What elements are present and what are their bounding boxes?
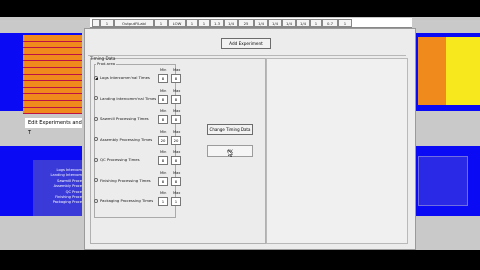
phase-option-label[interactable]: Packaging Processing Times [100,198,153,203]
phase-option-label[interactable]: Assembly Processing Times [100,137,152,142]
phase-radio[interactable] [94,157,98,162]
video-letterbox-top [0,0,480,17]
spreadsheet-data-grid [23,35,82,115]
header-cell: 1 [310,19,322,27]
max-time-field[interactable]: 8 [171,74,181,83]
max-header: Max [173,170,181,175]
spreadsheet-right-grid [418,37,446,105]
header-cell: 1 [198,19,210,27]
header-cell: 1 [154,19,168,27]
mouse-cursor-icon [228,150,234,157]
min-header: Min [160,68,167,72]
max-header: Max [173,191,181,195]
min-time-field[interactable]: 20 [158,135,168,145]
header-cell: 1.3 [210,19,224,27]
add-experiment-button[interactable]: Add Experiment [221,38,271,49]
header-cell: 1 [338,19,352,27]
phase-option-label[interactable]: Finishing Processing Times [100,178,151,183]
max-header: Max [173,68,181,72]
header-cell: 1 [186,19,198,27]
phase-option-label[interactable]: Logs Intercomm'nal Times [100,75,150,80]
header-cell: 1 [100,19,114,27]
min-time-field[interactable]: 8 [158,115,168,124]
min-time-field[interactable]: 1 [158,197,168,206]
spreadsheet-yellow-column [446,37,480,105]
edit-experiments-label[interactable]: Edit Experiments and T [25,118,82,136]
min-header: Min [160,109,167,113]
change-timing-data-button[interactable]: Change Timing Data [207,124,253,135]
header-cell: 1/4 [224,19,238,27]
max-time-field[interactable]: 8 [171,156,181,165]
timing-row-labels: Logs Intercom Landing Intercom Sawmill Pro… [34,168,83,206]
max-time-field[interactable]: 1 [171,197,181,206]
phase-radio[interactable] [94,75,98,80]
spreadsheet-right-lower-inner [418,156,468,206]
min-header: Min [160,170,167,175]
timing-row-label: Packaging Proce [52,200,82,205]
header-cell: 1/4 [268,19,282,27]
blank-area [266,58,408,244]
max-time-field[interactable]: 8 [171,94,181,104]
max-header: Max [173,109,181,113]
max-time-field[interactable]: 8 [171,115,181,124]
max-header: Max [173,129,181,134]
phase-option-label[interactable]: QC Processing Times [100,157,140,162]
phase-radio[interactable] [94,96,98,100]
header-cell: 25 [238,19,254,27]
min-time-field[interactable]: 8 [158,156,168,165]
header-cell: 1/4 [254,19,268,27]
max-header: Max [173,88,181,93]
max-time-field[interactable]: 20 [171,135,181,145]
min-header: Min [160,150,167,154]
phase-option-label[interactable]: Landing Intercomm'nal Times [100,96,156,101]
separator [88,55,406,56]
header-cell [92,19,100,27]
min-time-field[interactable]: 8 [158,74,168,83]
min-time-field[interactable]: 8 [158,94,168,104]
phase-option-label[interactable]: Sawmill Processing Times [100,116,149,121]
max-header: Max [173,150,181,154]
header-cell: 1/4 [296,19,310,27]
video-letterbox-bottom [0,250,480,270]
min-header: Min [160,129,167,134]
phase-radio[interactable] [94,116,98,121]
header-cell: 1/4 [282,19,296,27]
max-time-field[interactable]: 8 [171,176,181,186]
phase-radio[interactable] [94,198,98,203]
phase-radio[interactable] [94,178,98,182]
phase-radio[interactable] [94,137,98,141]
header-cell: OutputFiLabl [114,19,154,27]
min-time-field[interactable]: 8 [158,176,168,186]
header-cell: 0.7 [322,19,338,27]
header-cell: LOW [168,19,186,27]
min-header: Min [160,191,167,195]
phase-group-label: Prod.area [96,61,117,66]
min-header: Min [160,88,167,93]
